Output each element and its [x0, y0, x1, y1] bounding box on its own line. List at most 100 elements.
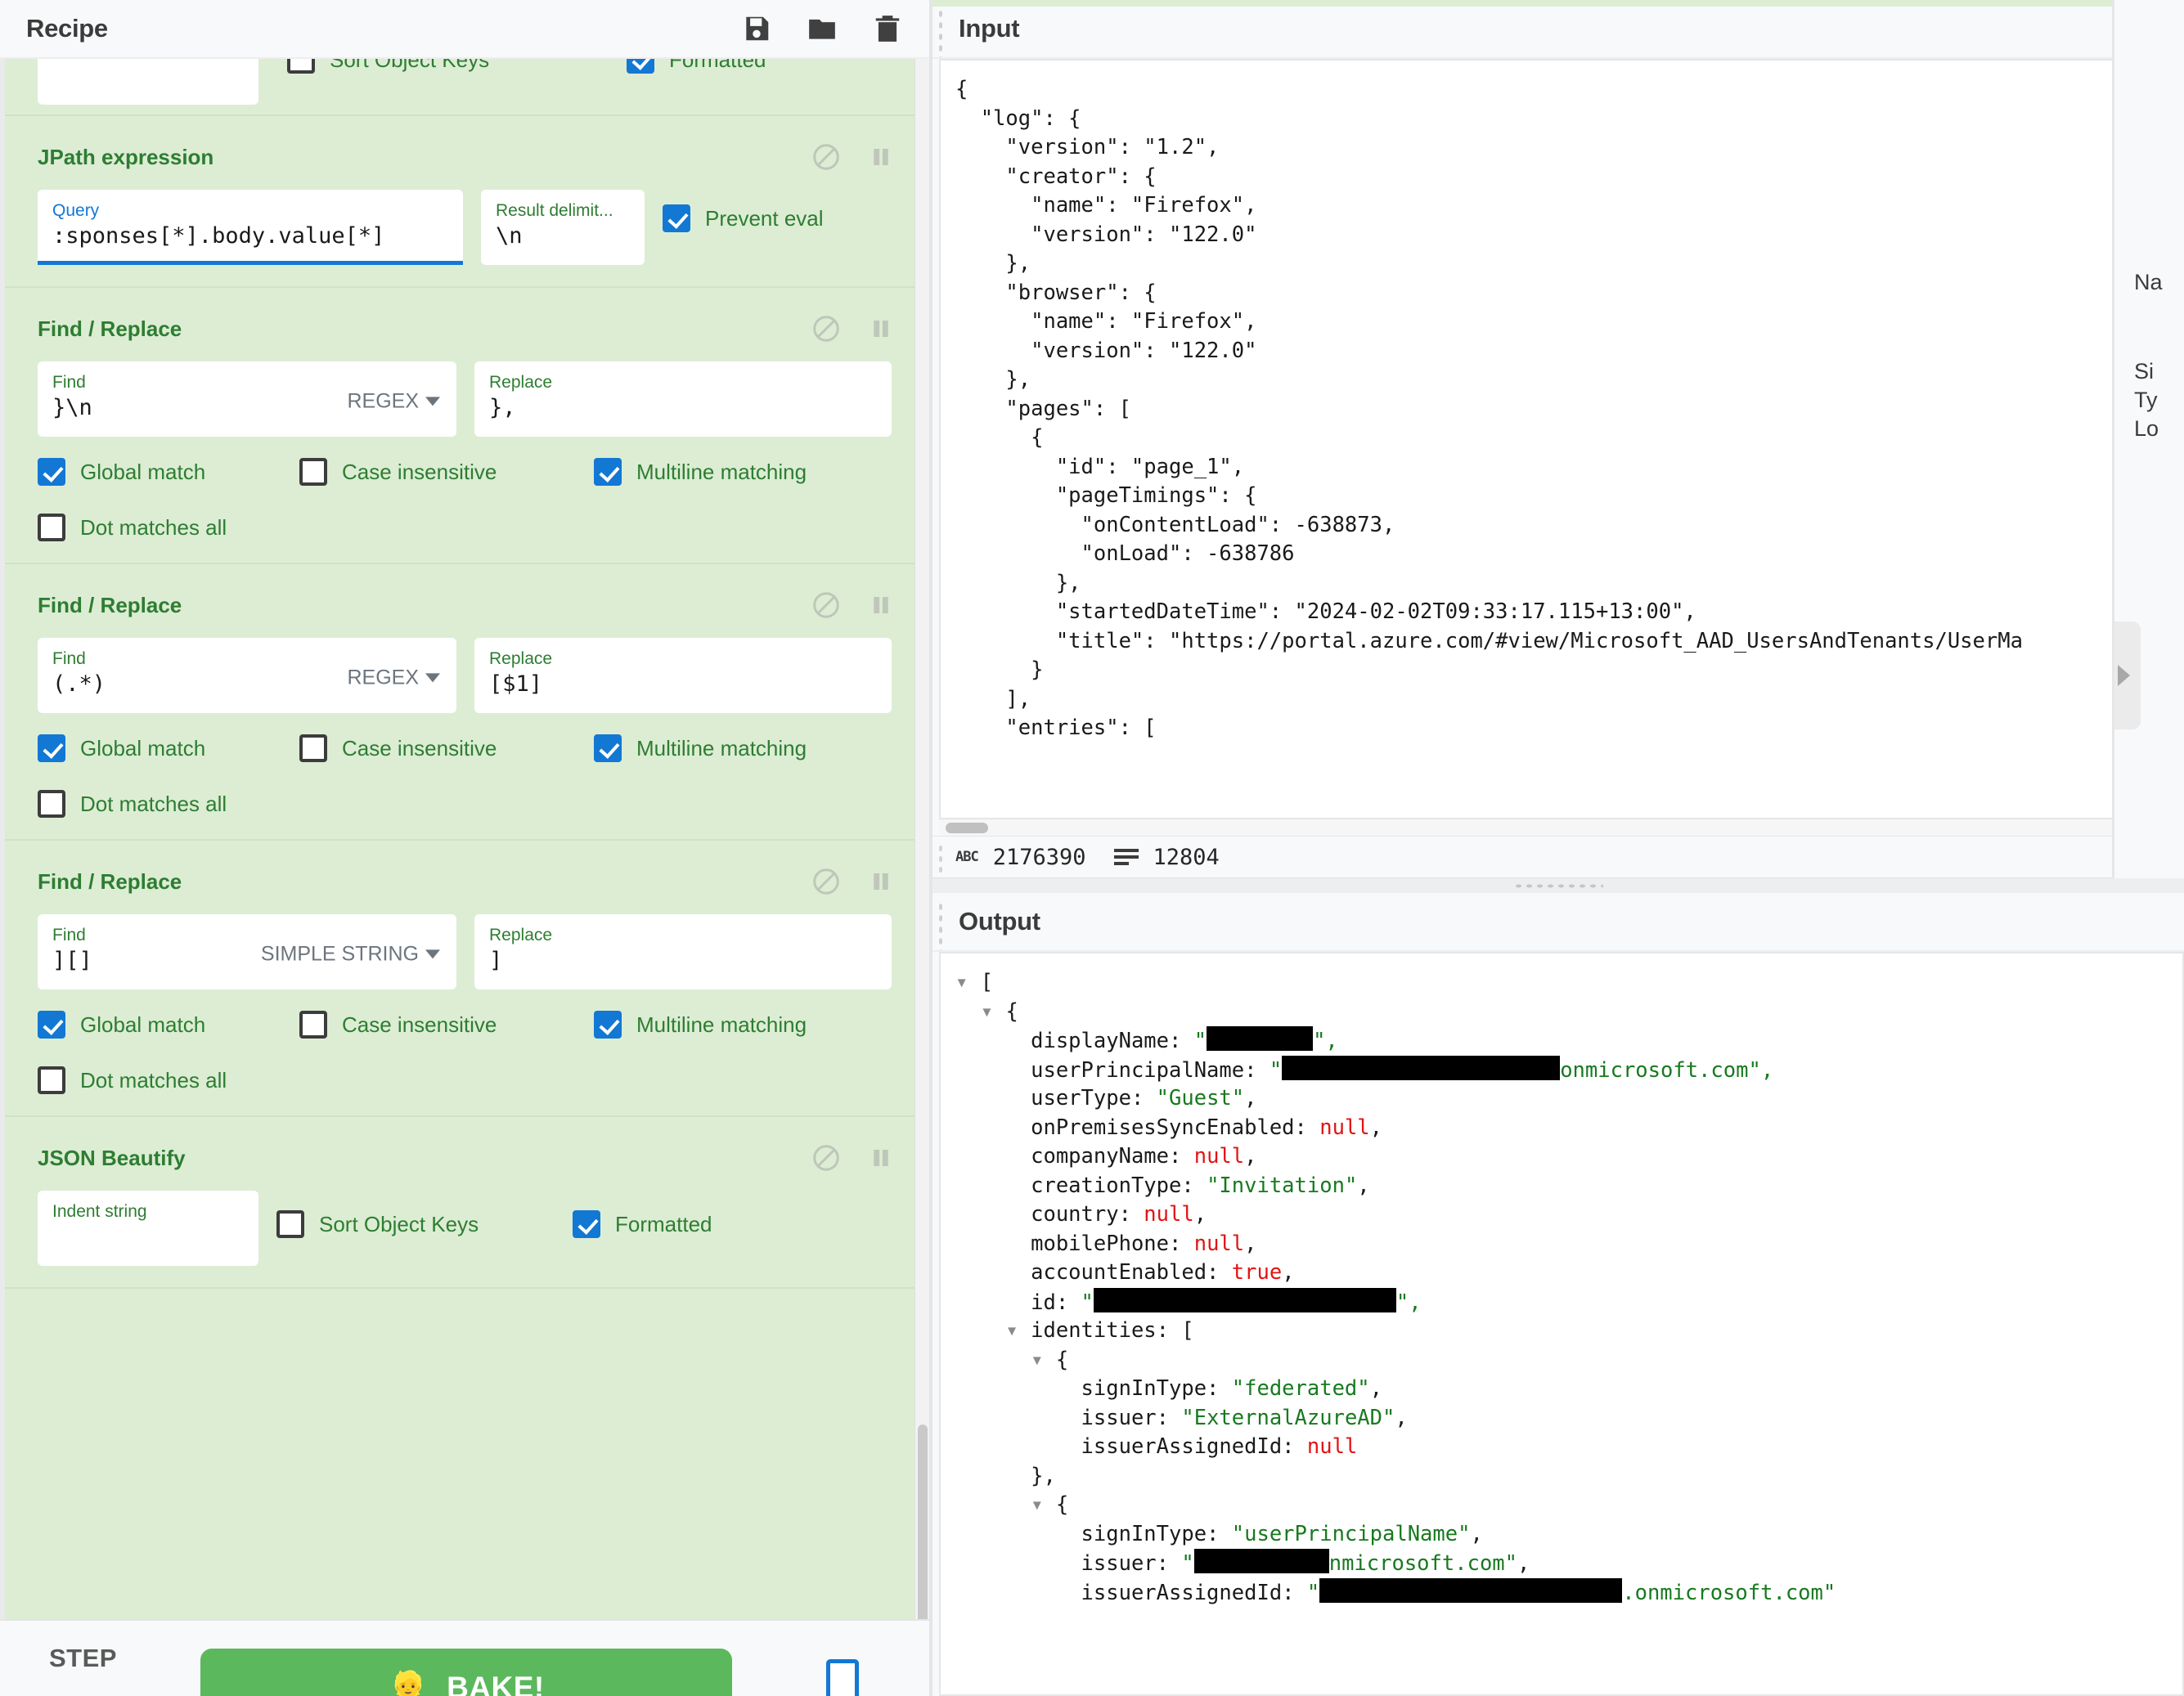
find-replace-options-row-2: Dot matches all [5, 762, 929, 818]
global-match-checkbox[interactable]: Global match [38, 458, 299, 486]
output-editor[interactable]: ▾ [ ▾ { displayName: " ", userPrincipalNa… [939, 952, 2184, 1696]
fold-toggle-icon[interactable]: ▾ [1005, 1318, 1031, 1343]
disable-icon[interactable] [811, 590, 841, 620]
checkbox-box[interactable] [38, 1066, 65, 1094]
find-type-dropdown[interactable]: SIMPLE STRING [261, 942, 440, 966]
case-insensitive-checkbox[interactable]: Case insensitive [299, 734, 594, 762]
input-title-bar: Input [932, 0, 2184, 59]
sort-object-keys-checkbox-partial[interactable]: Sort Object Keys [287, 59, 489, 74]
operation-find-replace-1[interactable]: Find / Replace Find}\n REGEX Replace},… [5, 288, 929, 564]
recipe-operation-list[interactable]: Sort Object Keys Formatted JPath express… [0, 59, 929, 1619]
formatted-checkbox[interactable]: Formatted [573, 1210, 712, 1238]
checkbox-box[interactable] [663, 204, 690, 232]
input-drag-grip[interactable] [937, 8, 944, 57]
checkbox-box[interactable] [38, 790, 65, 818]
find-field[interactable]: Find (.*) REGEX [38, 638, 456, 713]
disable-icon[interactable] [811, 867, 841, 896]
find-type-dropdown[interactable]: REGEX [347, 389, 440, 413]
indent-string-field-partial[interactable] [38, 59, 258, 105]
input-horizontal-scrollbar[interactable] [939, 819, 2184, 836]
find-type-dropdown[interactable]: REGEX [347, 666, 440, 689]
checkbox-box[interactable] [299, 734, 327, 762]
bake-button[interactable]: 👱 BAKE! [200, 1649, 732, 1696]
output-content[interactable]: ▾ [ ▾ { displayName: " ", userPrincipalNa… [941, 953, 2182, 1694]
checkbox-box[interactable] [299, 1011, 327, 1039]
chef-hat-icon: 👱 [388, 1670, 429, 1696]
fold-toggle-icon[interactable]: ▾ [1031, 1492, 1056, 1517]
checkbox-box[interactable] [573, 1210, 600, 1238]
checkbox-box[interactable] [38, 734, 65, 762]
dot-matches-all-checkbox[interactable]: Dot matches all [38, 790, 227, 818]
checkbox-box[interactable] [276, 1210, 304, 1238]
checkbox-box[interactable] [38, 514, 65, 541]
pause-icon[interactable] [869, 142, 893, 172]
folder-icon[interactable] [807, 13, 838, 44]
pause-icon[interactable] [869, 867, 893, 896]
find-replace-fields-row: Find (.*) REGEX Replace [$1] [5, 620, 929, 713]
replace-field[interactable]: Replace [$1] [474, 638, 892, 713]
auto-bake-checkbox[interactable] [826, 1659, 859, 1696]
case-insensitive-label: Case insensitive [342, 1012, 497, 1037]
checkbox-box[interactable] [38, 1011, 65, 1039]
global-match-checkbox[interactable]: Global match [38, 1011, 299, 1039]
checkbox-box[interactable] [594, 458, 622, 486]
io-splitter[interactable] [932, 878, 2184, 893]
input-info-expander[interactable] [2114, 621, 2141, 729]
disable-icon[interactable] [811, 142, 841, 172]
disable-icon[interactable] [811, 314, 841, 343]
save-icon[interactable] [741, 13, 772, 44]
replace-field[interactable]: Replace }, [474, 361, 892, 437]
pause-icon[interactable] [869, 314, 893, 343]
sort-object-keys-checkbox[interactable]: Sort Object Keys [276, 1210, 555, 1238]
operation-json-beautify[interactable]: JSON Beautify Indent string Sort Object … [5, 1117, 929, 1289]
pause-icon[interactable] [869, 590, 893, 620]
operation-jpath-expression[interactable]: JPath expression Query:sponses[*].body.… [5, 116, 929, 288]
jpath-delimiter-field[interactable]: Result delimit... \n [481, 190, 645, 265]
multiline-matching-checkbox[interactable]: Multiline matching [594, 734, 807, 762]
fold-toggle-icon[interactable]: ▾ [1031, 1348, 1056, 1372]
trash-icon[interactable] [872, 13, 903, 44]
redacted-value [1282, 1055, 1561, 1080]
recipe-scrollbar[interactable] [914, 59, 929, 1619]
input-hscrollbar-thumb[interactable] [946, 823, 988, 833]
pause-icon[interactable] [869, 1143, 893, 1173]
dot-matches-all-checkbox[interactable]: Dot matches all [38, 1066, 227, 1094]
recipe-scrollbar-thumb[interactable] [918, 1425, 928, 1619]
jpath-query-field[interactable]: Query :sponses[*].body.value[*] [38, 190, 463, 265]
find-replace-options-row-1: Global match Case insensitive Multiline … [5, 989, 929, 1039]
input-info-side-panel[interactable]: Na Si Ty Lo [2112, 0, 2184, 878]
multiline-matching-checkbox[interactable]: Multiline matching [594, 1011, 807, 1039]
checkbox-box[interactable] [38, 458, 65, 486]
input-editor[interactable]: { "log": { "version": "1.2", "creator": … [939, 59, 2184, 819]
formatted-checkbox-partial[interactable]: Formatted [627, 59, 766, 74]
global-match-checkbox[interactable]: Global match [38, 734, 299, 762]
case-insensitive-checkbox[interactable]: Case insensitive [299, 1011, 594, 1039]
output-indent [955, 1173, 1031, 1198]
dot-matches-all-checkbox[interactable]: Dot matches all [38, 514, 227, 541]
output-drag-grip[interactable] [937, 901, 944, 950]
prevent-eval-checkbox[interactable]: Prevent eval [663, 204, 824, 232]
abc-icon: ABC [955, 849, 979, 865]
bake-controls-bar: STEP 👱 BAKE! [0, 1619, 929, 1696]
checkbox-box[interactable] [287, 59, 315, 74]
indent-string-field[interactable]: Indent string [38, 1191, 258, 1266]
checkbox-box[interactable] [299, 458, 327, 486]
output-token: nmicrosoft.com" [1328, 1551, 1518, 1576]
input-content[interactable]: { "log": { "version": "1.2", "creator": … [941, 61, 2164, 818]
json-beautify-fields-row: Indent string Sort Object Keys Formatted [5, 1173, 929, 1266]
multiline-matching-checkbox[interactable]: Multiline matching [594, 458, 807, 486]
fold-toggle-icon[interactable]: ▾ [981, 999, 1006, 1024]
case-insensitive-checkbox[interactable]: Case insensitive [299, 458, 594, 486]
checkbox-box[interactable] [594, 1011, 622, 1039]
replace-field[interactable]: Replace ] [474, 914, 892, 989]
disable-icon[interactable] [811, 1143, 841, 1173]
step-button[interactable]: STEP [49, 1644, 117, 1673]
operation-find-replace-2[interactable]: Find / Replace Find (.*) REGEX Replace [… [5, 564, 929, 841]
checkbox-box[interactable] [627, 59, 654, 74]
operation-partial-top[interactable]: Sort Object Keys Formatted [5, 59, 929, 116]
find-field[interactable]: Find ][] SIMPLE STRING [38, 914, 456, 989]
checkbox-box[interactable] [594, 734, 622, 762]
find-field[interactable]: Find }\n REGEX [38, 361, 456, 437]
operation-find-replace-3[interactable]: Find / Replace Find][] SIMPLE STRING Re… [5, 841, 929, 1117]
fold-toggle-icon[interactable]: ▾ [955, 970, 981, 994]
